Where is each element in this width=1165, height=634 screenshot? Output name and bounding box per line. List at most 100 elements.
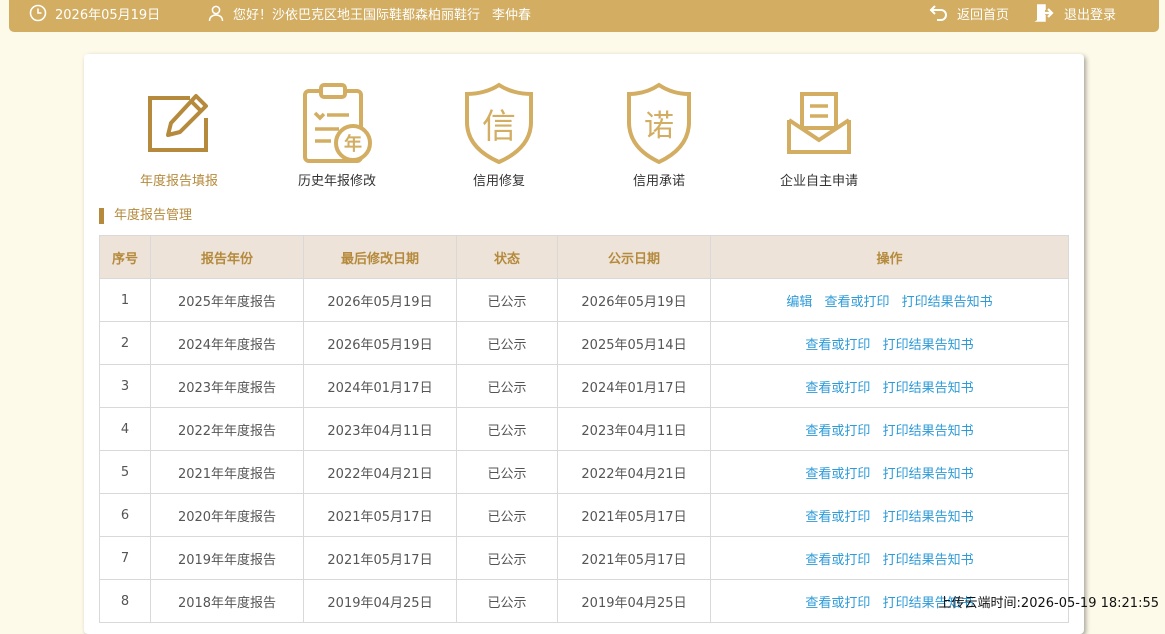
cell-status: 已公示 — [457, 322, 558, 365]
header-year: 报告年份 — [151, 236, 304, 279]
return-icon — [929, 4, 949, 22]
view-print-link[interactable]: 查看或打印 — [805, 381, 870, 396]
view-print-link[interactable]: 查看或打印 — [805, 510, 870, 525]
cell-actions: 查看或打印 打印结果告知书 — [711, 322, 1069, 365]
menu-history-modify[interactable]: 年 历史年报修改 — [262, 80, 412, 189]
table-row: 8 2018年年度报告 2019年04月25日 已公示 2019年04月25日 … — [100, 580, 1069, 623]
cell-published: 2019年04月25日 — [558, 580, 711, 623]
cell-year: 2022年年度报告 — [151, 408, 304, 451]
cell-modified: 2019年04月25日 — [304, 580, 457, 623]
logout-button[interactable]: 退出登录 — [1034, 0, 1116, 26]
cell-modified: 2026年05月19日 — [304, 322, 457, 365]
view-print-link[interactable]: 查看或打印 — [805, 553, 870, 568]
print-notice-link[interactable]: 打印结果告知书 — [883, 510, 974, 525]
cell-status: 已公示 — [457, 365, 558, 408]
cell-actions: 编辑 查看或打印 打印结果告知书 — [711, 279, 1069, 322]
menu-credit-promise[interactable]: 诺 信用承诺 — [584, 80, 734, 189]
cell-published: 2021年05月17日 — [558, 494, 711, 537]
cell-modified: 2021年05月17日 — [304, 494, 457, 537]
svg-text:诺: 诺 — [644, 109, 674, 144]
table-header-row: 序号 报告年份 最后修改日期 状态 公示日期 操作 — [100, 236, 1069, 279]
cell-published: 2022年04月21日 — [558, 451, 711, 494]
cell-status: 已公示 — [457, 494, 558, 537]
table-row: 4 2022年年度报告 2023年04月11日 已公示 2023年04月11日 … — [100, 408, 1069, 451]
main-panel: 年度报告填报 年 历史年报修改 信 信用修复 诺 — [84, 54, 1084, 634]
cell-status: 已公示 — [457, 537, 558, 580]
cell-no: 3 — [100, 365, 151, 408]
top-bar: 2026年05月19日 您好！沙依巴克区地王国际鞋都森柏丽鞋行 李仲春 返回首页… — [9, 0, 1159, 32]
print-notice-link[interactable]: 打印结果告知书 — [883, 381, 974, 396]
svg-text:信: 信 — [482, 107, 516, 147]
table-row: 5 2021年年度报告 2022年04月21日 已公示 2022年04月21日 … — [100, 451, 1069, 494]
cell-year: 2018年年度报告 — [151, 580, 304, 623]
view-print-link[interactable]: 查看或打印 — [805, 467, 870, 482]
cell-published: 2025年05月14日 — [558, 322, 711, 365]
cell-no: 8 — [100, 580, 151, 623]
cell-year: 2023年年度报告 — [151, 365, 304, 408]
logout-icon — [1034, 3, 1056, 23]
svg-text:年: 年 — [344, 133, 362, 155]
header-actions: 操作 — [711, 236, 1069, 279]
edit-report-icon — [139, 80, 219, 166]
cell-no: 6 — [100, 494, 151, 537]
cell-status: 已公示 — [457, 580, 558, 623]
cell-modified: 2026年05月19日 — [304, 279, 457, 322]
greeting-text: 您好！沙依巴克区地王国际鞋都森柏丽鞋行 — [233, 4, 480, 23]
cell-published: 2021年05月17日 — [558, 537, 711, 580]
menu-label: 年度报告填报 — [104, 170, 254, 189]
view-print-link[interactable]: 查看或打印 — [824, 295, 889, 310]
print-notice-link[interactable]: 打印结果告知书 — [902, 295, 993, 310]
table-row: 2 2024年年度报告 2026年05月19日 已公示 2025年05月14日 … — [100, 322, 1069, 365]
cell-status: 已公示 — [457, 451, 558, 494]
promise-shield-icon: 诺 — [619, 80, 699, 166]
cell-published: 2026年05月19日 — [558, 279, 711, 322]
credit-shield-icon: 信 — [459, 80, 539, 166]
cell-actions: 查看或打印 打印结果告知书 — [711, 408, 1069, 451]
edit-link[interactable]: 编辑 — [786, 295, 812, 310]
header-status: 状态 — [457, 236, 558, 279]
cell-year: 2020年年度报告 — [151, 494, 304, 537]
header-published: 公示日期 — [558, 236, 711, 279]
home-button[interactable]: 返回首页 — [929, 0, 1009, 26]
print-notice-link[interactable]: 打印结果告知书 — [883, 553, 974, 568]
cell-year: 2024年年度报告 — [151, 322, 304, 365]
cell-no: 5 — [100, 451, 151, 494]
cell-no: 2 — [100, 322, 151, 365]
cell-modified: 2023年04月11日 — [304, 408, 457, 451]
date-display: 2026年05月19日 — [29, 0, 160, 26]
cell-year: 2021年年度报告 — [151, 451, 304, 494]
cell-modified: 2022年04月21日 — [304, 451, 457, 494]
user-greeting: 您好！沙依巴克区地王国际鞋都森柏丽鞋行 李仲春 — [207, 0, 531, 26]
menu-credit-repair[interactable]: 信 信用修复 — [424, 80, 574, 189]
view-print-link[interactable]: 查看或打印 — [805, 338, 870, 353]
menu-label: 历史年报修改 — [262, 170, 412, 189]
print-notice-link[interactable]: 打印结果告知书 — [883, 338, 974, 353]
menu-label: 信用承诺 — [584, 170, 734, 189]
report-table: 序号 报告年份 最后修改日期 状态 公示日期 操作 1 2025年年度报告 20… — [99, 235, 1069, 623]
view-print-link[interactable]: 查看或打印 — [805, 596, 870, 611]
cell-modified: 2024年01月17日 — [304, 365, 457, 408]
cell-no: 1 — [100, 279, 151, 322]
menu-label: 企业自主申请 — [744, 170, 894, 189]
cell-status: 已公示 — [457, 408, 558, 451]
cell-actions: 查看或打印 打印结果告知书 — [711, 537, 1069, 580]
clock-icon — [29, 4, 47, 22]
upload-time-stamp: 上传云端时间:2026-05-19 18:21:55 — [939, 592, 1159, 611]
cell-published: 2023年04月11日 — [558, 408, 711, 451]
table-row: 7 2019年年度报告 2021年05月17日 已公示 2021年05月17日 … — [100, 537, 1069, 580]
user-icon — [207, 4, 225, 22]
cell-no: 7 — [100, 537, 151, 580]
cell-actions: 查看或打印 打印结果告知书 — [711, 365, 1069, 408]
envelope-icon — [779, 80, 859, 166]
menu-annual-report[interactable]: 年度报告填报 — [104, 80, 254, 189]
section-title: 年度报告管理 — [99, 208, 192, 224]
print-notice-link[interactable]: 打印结果告知书 — [883, 467, 974, 482]
cell-actions: 查看或打印 打印结果告知书 — [711, 494, 1069, 537]
menu-self-apply[interactable]: 企业自主申请 — [744, 80, 894, 189]
home-label: 返回首页 — [957, 4, 1009, 23]
view-print-link[interactable]: 查看或打印 — [805, 424, 870, 439]
user-name: 李仲春 — [492, 4, 531, 23]
print-notice-link[interactable]: 打印结果告知书 — [883, 424, 974, 439]
cell-no: 4 — [100, 408, 151, 451]
cell-modified: 2021年05月17日 — [304, 537, 457, 580]
